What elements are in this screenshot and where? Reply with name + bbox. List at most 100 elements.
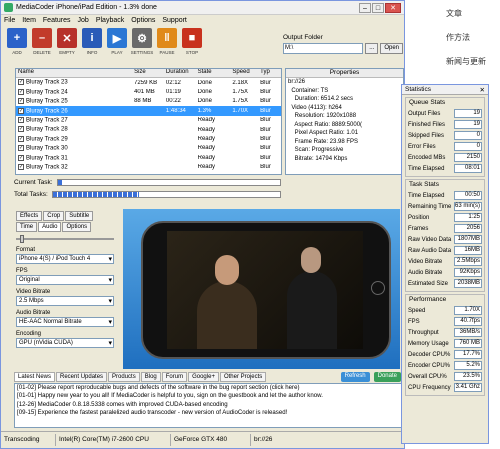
- stat-row: CPU Frequency 3.41 Ghz: [408, 382, 482, 393]
- row-checkbox[interactable]: ✓: [18, 116, 24, 123]
- format-label: Format: [16, 247, 36, 253]
- row-checkbox[interactable]: ✓: [18, 88, 24, 95]
- iphone-frame: [141, 221, 391, 359]
- row-checkbox[interactable]: ✓: [18, 135, 24, 142]
- menu-file[interactable]: File: [4, 17, 15, 24]
- tab-other-projects[interactable]: Other Projects: [219, 372, 267, 382]
- refresh-button[interactable]: Refresh: [340, 372, 370, 382]
- menu-support[interactable]: Support: [162, 17, 187, 24]
- file-list[interactable]: Name Size Duration State Speed Typ ✓ Blur…: [15, 68, 282, 175]
- news-item[interactable]: [12-26] MediaCoder 0.8.18.5338 comes wit…: [17, 401, 401, 409]
- stat-row: Speed 1.70X: [408, 305, 482, 316]
- table-row[interactable]: ✓ Bluray Track 31 Ready Blur: [16, 153, 281, 162]
- stat-label: Frames: [408, 225, 429, 232]
- cell-state: Done: [197, 89, 212, 96]
- menu-job[interactable]: Job: [78, 17, 89, 24]
- close-icon[interactable]: ✕: [480, 86, 485, 94]
- menu-features[interactable]: Features: [43, 17, 71, 24]
- property-line: Container: TS: [288, 87, 329, 94]
- news-item[interactable]: [01-01] Happy new year to you all! If Me…: [17, 392, 401, 400]
- output-folder-input[interactable]: M:\: [283, 43, 364, 54]
- table-row[interactable]: ✓ Bluray Track 27 Ready Blur: [16, 116, 281, 125]
- tab-google-plus[interactable]: Google+: [188, 372, 219, 382]
- row-checkbox[interactable]: ✓: [18, 145, 24, 152]
- tab-time[interactable]: Time: [16, 222, 38, 232]
- stat-row: Time Elapsed 08:01: [408, 163, 482, 174]
- cell-name-text: Bluray Track 27: [26, 117, 68, 124]
- tab-subtitle[interactable]: Subtitle: [65, 211, 94, 221]
- audio-bitrate-select[interactable]: HE-AAC Normal Bitrate: [16, 317, 114, 327]
- col-speed[interactable]: Speed: [230, 69, 258, 77]
- settings-button[interactable]: ⚙ SETTINGS: [131, 28, 153, 62]
- tab-effects[interactable]: Effects: [16, 211, 43, 221]
- col-size[interactable]: Size: [132, 69, 164, 77]
- news-list[interactable]: [01-02] Please report reproducable bugs …: [14, 383, 402, 428]
- cell-name: ✓ Bluray Track 30: [16, 145, 132, 152]
- menu-bar: File Item Features Job Playback Options …: [1, 15, 404, 26]
- stat-value: 40.7fps: [454, 317, 482, 326]
- table-row[interactable]: ✓ Bluray Track 28 Ready Blur: [16, 125, 281, 134]
- encoding-select[interactable]: GPU (nVidia CUDA): [16, 338, 114, 348]
- fps-select[interactable]: Original: [16, 275, 114, 285]
- menu-playback[interactable]: Playback: [96, 17, 124, 24]
- news-item[interactable]: [01-02] Please report reproducable bugs …: [17, 384, 401, 392]
- open-button[interactable]: Open: [380, 43, 403, 54]
- menu-item[interactable]: Item: [22, 17, 36, 24]
- statistics-title-bar[interactable]: Statistics ✕: [402, 85, 488, 95]
- table-row[interactable]: ✓ Bluray Track 26 1:48:34 1.3% 1.70X Blur: [16, 106, 281, 116]
- stat-row: Position 1:25: [408, 212, 482, 223]
- tab-blog[interactable]: Blog: [140, 372, 161, 382]
- tab-audio[interactable]: Audio: [38, 222, 62, 232]
- row-checkbox[interactable]: ✓: [18, 98, 24, 105]
- table-row[interactable]: ✓ Bluray Track 25 88 MB 00:22 Done 1.75X Blur: [16, 97, 281, 106]
- table-row[interactable]: ✓ Bluray Track 30 Ready Blur: [16, 144, 281, 153]
- info-button[interactable]: i INFO: [81, 28, 103, 62]
- delete-button[interactable]: – DELETE: [31, 28, 53, 62]
- cell-name-text: Bluray Track 28: [26, 126, 68, 133]
- table-row[interactable]: ✓ Bluray Track 23 7259 KB 02:12 Done 2.18X Blu…: [16, 78, 281, 87]
- close-button[interactable]: ✕: [385, 2, 401, 13]
- col-name[interactable]: Name: [16, 69, 132, 77]
- tab-recent-updates[interactable]: Recent Updates: [56, 372, 108, 382]
- play-button[interactable]: ▶ PLAY: [106, 28, 128, 62]
- row-checkbox[interactable]: ✓: [18, 163, 24, 170]
- tab-products[interactable]: Products: [108, 372, 140, 382]
- col-state[interactable]: State: [196, 69, 231, 77]
- title-bar[interactable]: MediaCoder iPhone/iPad Edition - 1.3% do…: [1, 1, 404, 15]
- maximize-button[interactable]: □: [372, 2, 384, 13]
- row-checkbox[interactable]: ✓: [18, 126, 24, 133]
- stat-label: Overall CPU%: [408, 373, 447, 380]
- format-select[interactable]: iPhone 4(S) / iPod Touch 4: [16, 254, 114, 264]
- browse-button[interactable]: ...: [365, 43, 379, 54]
- tab-crop[interactable]: Crop: [43, 211, 65, 221]
- menu-options[interactable]: Options: [131, 17, 155, 24]
- row-checkbox[interactable]: ✓: [18, 154, 24, 161]
- cell-state: Done: [197, 79, 212, 86]
- main-window: MediaCoder iPhone/iPad Edition - 1.3% do…: [0, 0, 406, 449]
- slider-knob[interactable]: [20, 235, 24, 243]
- news-item[interactable]: [09-15] Experience the fastest paraleliz…: [17, 409, 401, 417]
- pause-button[interactable]: ‖ PAUSE: [156, 28, 178, 62]
- table-row[interactable]: ✓ Bluray Track 24 401 MB 01:19 Done 1.75X Blur: [16, 87, 281, 96]
- video-bitrate-select[interactable]: 2.5 Mbps: [16, 296, 114, 306]
- add-button[interactable]: + ADD: [6, 28, 28, 62]
- properties-panel[interactable]: Properties br://26 Container: TS Duratio…: [285, 68, 404, 175]
- donate-button[interactable]: Donate: [373, 372, 401, 382]
- preview-slider[interactable]: [16, 235, 114, 243]
- col-type[interactable]: Typ: [258, 69, 281, 77]
- tab-options[interactable]: Options: [62, 222, 92, 232]
- empty-button[interactable]: ✕ EMPTY: [56, 28, 78, 62]
- cell-name: ✓ Bluray Track 32: [16, 163, 132, 171]
- stat-row: Time Elapsed 00:50: [408, 190, 482, 201]
- tab-latest-news[interactable]: Latest News: [14, 372, 56, 382]
- stop-button[interactable]: ■ STOP: [181, 28, 203, 62]
- row-checkbox[interactable]: ✓: [18, 107, 24, 114]
- cell-name-text: Bluray Track 31: [26, 155, 68, 162]
- add-icon: +: [7, 28, 27, 48]
- tab-forum[interactable]: Forum: [161, 372, 188, 382]
- row-checkbox[interactable]: ✓: [18, 79, 24, 86]
- table-row[interactable]: ✓ Bluray Track 32 Ready Blur: [16, 163, 281, 172]
- minimize-button[interactable]: –: [359, 2, 371, 13]
- table-row[interactable]: ✓ Bluray Track 29 Ready Blur: [16, 134, 281, 143]
- col-duration[interactable]: Duration: [164, 69, 196, 77]
